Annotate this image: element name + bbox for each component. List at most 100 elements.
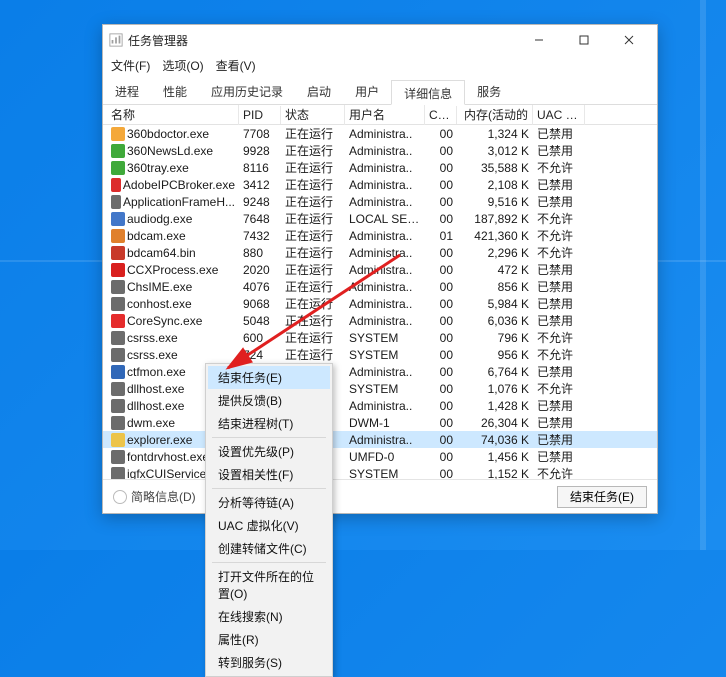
maximize-button[interactable] <box>561 26 606 54</box>
cell-mem: 1,076 K <box>457 382 533 396</box>
table-row[interactable]: bdcam64.bin880正在运行Administra..002,296 K不… <box>103 244 657 261</box>
col-pid[interactable]: PID <box>239 106 281 124</box>
context-menu-item[interactable]: 创建转储文件(C) <box>208 537 330 560</box>
table-row[interactable]: fontdrvhost.exeUMFD-0001,456 K已禁用 <box>103 448 657 465</box>
context-menu: 结束任务(E)提供反馈(B)结束进程树(T) 设置优先级(P)设置相关性(F) 分析… <box>205 363 333 677</box>
col-cpu[interactable]: CPU <box>425 106 457 124</box>
table-row[interactable]: AdobeIPCBroker.exe3412正在运行Administra..00… <box>103 176 657 193</box>
cell-status: 正在运行 <box>281 346 345 363</box>
cell-uac: 不允许 <box>533 227 585 244</box>
end-task-button[interactable]: 结束任务(E) <box>557 486 647 508</box>
cell-status: 正在运行 <box>281 244 345 261</box>
cell-uac: 已禁用 <box>533 176 585 193</box>
process-icon <box>111 263 125 277</box>
process-icon <box>111 450 125 464</box>
cell-user: Administra.. <box>345 161 425 175</box>
table-row[interactable]: bdcam.exe7432正在运行Administra..01421,360 K… <box>103 227 657 244</box>
cell-user: Administra.. <box>345 365 425 379</box>
context-menu-item[interactable]: 提供反馈(B) <box>208 389 330 412</box>
process-icon <box>111 178 121 192</box>
cell-uac: 不允许 <box>533 159 585 176</box>
process-name: 360NewsLd.exe <box>127 144 213 158</box>
table-row[interactable]: CoreSync.exe5048正在运行Administra..006,036 … <box>103 312 657 329</box>
cell-mem: 26,304 K <box>457 416 533 430</box>
context-menu-item[interactable]: 设置优先级(P) <box>208 440 330 463</box>
menu-file[interactable]: 文件(F) <box>111 57 150 74</box>
cell-mem: 6,036 K <box>457 314 533 328</box>
table-row[interactable]: explorer.exe4256正在运行Administra..0074,036… <box>103 431 657 448</box>
cell-uac: 已禁用 <box>533 312 585 329</box>
process-name: bdcam64.bin <box>127 246 196 260</box>
tab-5[interactable]: 详细信息 <box>391 80 465 105</box>
cell-status: 正在运行 <box>281 329 345 346</box>
menu-options[interactable]: 选项(O) <box>162 57 203 74</box>
cell-mem: 2,296 K <box>457 246 533 260</box>
cell-mem: 796 K <box>457 331 533 345</box>
cell-mem: 6,764 K <box>457 365 533 379</box>
cell-user: Administra.. <box>345 280 425 294</box>
context-menu-item[interactable]: 在线搜索(N) <box>208 605 330 628</box>
process-icon <box>111 161 125 175</box>
cell-status: 正在运行 <box>281 125 345 142</box>
process-name: ctfmon.exe <box>127 365 186 379</box>
col-status[interactable]: 状态 <box>281 105 345 125</box>
tab-6[interactable]: 服务 <box>465 79 513 104</box>
cell-status: 正在运行 <box>281 295 345 312</box>
table-row[interactable]: conhost.exe9068正在运行Administra..005,984 K… <box>103 295 657 312</box>
window-title: 任务管理器 <box>128 32 516 49</box>
cell-status: 正在运行 <box>281 227 345 244</box>
table-row[interactable]: csrss.exe600正在运行SYSTEM00796 K不允许 <box>103 329 657 346</box>
table-row[interactable]: dllhost.exe9872正在运行Administra..001,428 K… <box>103 397 657 414</box>
cell-cpu: 00 <box>425 212 457 226</box>
table-row[interactable]: dllhost.exe7736正在运行SYSTEM001,076 K不允许 <box>103 380 657 397</box>
table-row[interactable]: ApplicationFrameH...9248正在运行Administra..… <box>103 193 657 210</box>
col-name[interactable]: 名称 <box>107 105 239 125</box>
cell-cpu: 00 <box>425 467 457 480</box>
table-row[interactable]: igfxCUIServiceSYSTEM001,152 K不允许 <box>103 465 657 479</box>
table-row[interactable]: CCXProcess.exe2020正在运行Administra..00472 … <box>103 261 657 278</box>
table-row[interactable]: 360bdoctor.exe7708正在运行Administra..001,32… <box>103 125 657 142</box>
col-user[interactable]: 用户名 <box>345 105 425 125</box>
tab-1[interactable]: 性能 <box>151 79 199 104</box>
context-menu-item[interactable]: 属性(R) <box>208 628 330 651</box>
context-menu-item[interactable]: UAC 虚拟化(V) <box>208 514 330 537</box>
cell-mem: 187,892 K <box>457 212 533 226</box>
table-row[interactable]: ctfmon.exe3648正在运行Administra..006,764 K已… <box>103 363 657 380</box>
context-menu-item[interactable]: 结束任务(E) <box>208 366 330 389</box>
table-row[interactable]: 360tray.exe8116正在运行Administra..0035,588 … <box>103 159 657 176</box>
cell-mem: 1,456 K <box>457 450 533 464</box>
cell-pid: 7708 <box>239 127 281 141</box>
tab-4[interactable]: 用户 <box>343 79 391 104</box>
context-menu-item[interactable]: 分析等待链(A) <box>208 491 330 514</box>
table-row[interactable]: csrss.exe724正在运行SYSTEM00956 K不允许 <box>103 346 657 363</box>
context-menu-item[interactable]: 打开文件所在的位置(O) <box>208 565 330 605</box>
tab-3[interactable]: 启动 <box>295 79 343 104</box>
process-icon <box>111 467 125 480</box>
process-name: csrss.exe <box>127 348 178 362</box>
cell-user: Administra.. <box>345 399 425 413</box>
cell-user: DWM-1 <box>345 416 425 430</box>
cell-cpu: 00 <box>425 127 457 141</box>
context-menu-item[interactable]: 转到服务(S) <box>208 651 330 674</box>
process-icon <box>111 314 125 328</box>
cell-pid: 9068 <box>239 297 281 311</box>
tab-0[interactable]: 进程 <box>103 79 151 104</box>
tab-2[interactable]: 应用历史记录 <box>199 79 295 104</box>
cell-user: Administra.. <box>345 433 425 447</box>
cell-status: 正在运行 <box>281 193 345 210</box>
cell-uac: 不允许 <box>533 210 585 227</box>
close-button[interactable] <box>606 26 651 54</box>
minimize-button[interactable] <box>516 26 561 54</box>
table-row[interactable]: audiodg.exe7648正在运行LOCAL SER..00187,892 … <box>103 210 657 227</box>
cell-status: 正在运行 <box>281 278 345 295</box>
col-uac[interactable]: UAC 虚拟化 <box>533 105 585 125</box>
context-menu-item[interactable]: 结束进程树(T) <box>208 412 330 435</box>
process-icon <box>111 297 125 311</box>
table-row[interactable]: 360NewsLd.exe9928正在运行Administra..003,012… <box>103 142 657 159</box>
context-menu-item[interactable]: 设置相关性(F) <box>208 463 330 486</box>
menu-view[interactable]: 查看(V) <box>216 57 256 74</box>
col-mem[interactable]: 内存(活动的 <box>457 105 533 125</box>
cell-cpu: 00 <box>425 263 457 277</box>
table-row[interactable]: dwm.exe1076正在运行DWM-10026,304 K已禁用 <box>103 414 657 431</box>
table-row[interactable]: ChsIME.exe4076正在运行Administra..00856 K已禁用 <box>103 278 657 295</box>
